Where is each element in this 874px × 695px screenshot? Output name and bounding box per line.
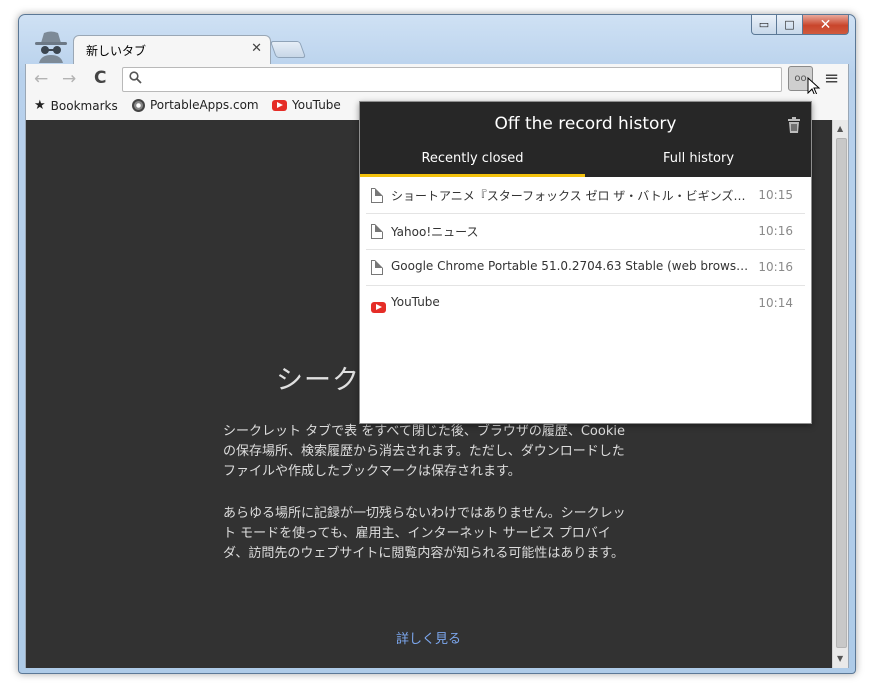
recently-closed-list: ショートアニメ『スターフォックス ゼロ ザ・バトル・ビギンズ』- You... … [360, 178, 811, 322]
bookmark-item-portableapps[interactable]: PortableApps.com [132, 98, 259, 112]
list-item-title: ショートアニメ『スターフォックス ゼロ ザ・バトル・ビギンズ』- You... [391, 189, 751, 203]
list-item-time: 10:16 [758, 260, 793, 274]
document-icon [371, 224, 383, 239]
menu-icon[interactable]: ≡ [824, 68, 839, 89]
off-the-record-history-popup: Off the record history Recently closed F… [359, 101, 812, 424]
tab-new-tab[interactable]: 新しいタブ ✕ [73, 35, 271, 65]
bookmark-label: YouTube [292, 98, 341, 112]
omnibox[interactable] [122, 67, 782, 92]
star-icon: ★ [34, 98, 46, 113]
list-item-title: YouTube [391, 295, 440, 309]
list-item[interactable]: Yahoo!ニュース 10:16 [366, 214, 805, 250]
document-icon [371, 260, 383, 275]
tab-recently-closed[interactable]: Recently closed [360, 150, 585, 177]
maximize-button[interactable]: □ [777, 15, 803, 35]
bookmark-label: PortableApps.com [150, 98, 259, 112]
back-arrow-icon[interactable]: ← [34, 69, 48, 89]
close-window-button[interactable]: ✕ [803, 15, 849, 35]
scroll-thumb[interactable] [836, 138, 847, 648]
search-icon [129, 71, 142, 84]
trash-icon[interactable] [787, 117, 801, 133]
list-item-time: 10:15 [758, 188, 793, 202]
toolbar: ← → C oo ≡ [25, 64, 849, 97]
new-tab-button[interactable] [269, 41, 307, 58]
learn-more-link[interactable]: 詳しく見る [396, 628, 461, 647]
list-item-time: 10:16 [758, 224, 793, 238]
tab-title: 新しいタブ [86, 44, 147, 58]
reload-icon[interactable]: C [94, 68, 106, 88]
list-item-title: Yahoo!ニュース [391, 225, 479, 239]
incognito-paragraph-1: シークレット タブで表 をすべて閉じた後、ブラウザの履歴、Cookie の保存場… [223, 424, 625, 479]
tab-close-icon[interactable]: ✕ [251, 41, 262, 56]
list-item-title: Google Chrome Portable 51.0.2704.63 Stab… [391, 259, 751, 273]
popup-title: Off the record history [494, 114, 677, 134]
bookmark-label: Bookmarks [50, 98, 118, 113]
incognito-extension-icon: oo [794, 73, 807, 84]
minimize-button[interactable]: ▭ [751, 15, 777, 35]
youtube-icon [371, 298, 386, 317]
list-item[interactable]: YouTube 10:14 [366, 286, 805, 322]
portableapps-icon [132, 98, 145, 112]
popup-header: Off the record history Recently closed F… [360, 102, 811, 177]
incognito-icon [35, 31, 67, 63]
bookmark-item-bookmarks[interactable]: ★ Bookmarks [34, 98, 118, 113]
omnibox-input[interactable] [149, 71, 769, 89]
document-icon [371, 188, 383, 203]
page-title: シーク [276, 365, 360, 396]
scroll-down-icon[interactable]: ▼ [837, 654, 843, 663]
forward-arrow-icon[interactable]: → [62, 69, 76, 89]
window-controls: ▭ □ ✕ [751, 15, 849, 35]
youtube-icon [272, 99, 287, 111]
list-item-time: 10:14 [758, 296, 793, 310]
scroll-up-icon[interactable]: ▲ [837, 124, 843, 133]
list-item[interactable]: ショートアニメ『スターフォックス ゼロ ザ・バトル・ビギンズ』- You... … [366, 178, 805, 214]
list-item[interactable]: Google Chrome Portable 51.0.2704.63 Stab… [366, 250, 805, 286]
tab-full-history[interactable]: Full history [586, 150, 811, 177]
incognito-paragraph-2: あらゆる場所に記録が一切残らないわけではありません。シークレット モードを使って… [223, 506, 626, 561]
scrollbar[interactable]: ▲ ▼ [832, 120, 849, 668]
bookmark-item-youtube[interactable]: YouTube [272, 98, 341, 112]
